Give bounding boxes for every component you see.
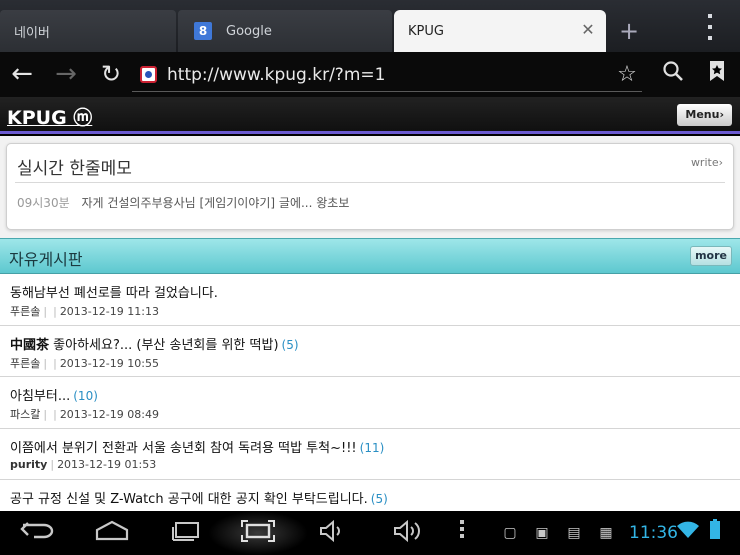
- comment-count: (5): [281, 337, 299, 352]
- bag-notification-icon: ▦: [599, 525, 613, 541]
- post-author: 푸른솔: [10, 356, 41, 370]
- post-date: 2013-12-19 08:49: [59, 408, 159, 421]
- home-icon[interactable]: [92, 519, 132, 547]
- post-date: 2013-12-19 01:53: [57, 457, 157, 471]
- post-title: 아침부터... (10): [10, 389, 98, 404]
- back-arrow-icon[interactable]: ←: [6, 58, 38, 90]
- tab-google[interactable]: 8 Google: [178, 10, 392, 52]
- post-date: 2013-12-19 10:55: [59, 356, 159, 370]
- battery-icon: [706, 519, 724, 547]
- calendar-notification-icon: ▢: [503, 525, 517, 541]
- post-title: 동해남부선 폐선로를 따라 걸었습니다.: [10, 286, 218, 301]
- more-button[interactable]: more: [690, 246, 732, 266]
- new-tab-button[interactable]: +: [612, 14, 646, 48]
- post-meta: 푸른솔 | | 2013-12-19 11:13: [10, 305, 159, 318]
- site-logo[interactable]: KPUG ⓜ: [7, 103, 92, 130]
- volume-up-icon[interactable]: [388, 519, 428, 547]
- memo-write-link[interactable]: write›: [691, 156, 723, 169]
- forward-arrow-icon[interactable]: →: [50, 58, 82, 90]
- post-meta: 파스칼 | | 2013-12-19 08:49: [10, 408, 159, 421]
- url-bar: ← → ↻ http://www.kpug.kr/?m=1 ☆: [0, 52, 740, 97]
- memo-entry-time: 09시30분: [17, 196, 70, 210]
- memo-title: 실시간 한줄메모: [17, 159, 132, 179]
- system-nav-bar: ▢ ▣ ▤ ▦ 11:36: [0, 511, 740, 555]
- volume-down-icon[interactable]: [314, 519, 350, 547]
- status-clock: 11:36: [629, 523, 678, 543]
- comment-count: (10): [73, 389, 98, 403]
- overflow-menu-icon[interactable]: [700, 14, 720, 40]
- list-item[interactable]: 이쯤에서 분위기 전환과 서울 송년회 참여 독려용 떡밥 투척~!!! (11)…: [0, 428, 740, 480]
- post-list: 동해남부선 폐선로를 따라 걸었습니다. 푸른솔 | | 2013-12-19 11:…: [0, 274, 740, 511]
- post-author: 푸른솔: [10, 305, 41, 318]
- recent-apps-icon[interactable]: [166, 519, 206, 547]
- page-content: 실시간 한줄메모 write› 09시30분 자게 건설의주부용사님 [게임기이…: [0, 136, 740, 511]
- bookmarks-icon[interactable]: [702, 60, 732, 90]
- browser-tab-strip: 네이버 8 Google KPUG ✕ +: [0, 0, 740, 52]
- tab-label: 네이버: [14, 25, 50, 41]
- post-title: 공구 규정 신설 및 Z-Watch 공구에 대한 공지 확인 부탁드립니다.(…: [10, 492, 388, 507]
- tab-naver[interactable]: 네이버: [0, 10, 176, 52]
- post-author: 파스칼: [10, 408, 41, 421]
- free-board-header: 자유게시판 more: [0, 238, 740, 274]
- image-notification-icon: ▣: [535, 525, 549, 541]
- tab-label: KPUG: [408, 23, 444, 39]
- post-title: 中國茶 좋아하세요?... (부산 송년회를 위한 떡밥) (5): [10, 337, 299, 353]
- site-favicon-icon: [140, 66, 157, 83]
- memo-entry-text: 자게 건설의주부용사님 [게임기이야기] 글에... 왕초보: [81, 196, 350, 210]
- url-text: http://www.kpug.kr/?m=1: [167, 64, 386, 85]
- post-meta: purity | 2013-12-19 01:53: [10, 457, 157, 471]
- bookmark-star-icon[interactable]: ☆: [612, 60, 642, 90]
- reload-icon[interactable]: ↻: [95, 58, 127, 90]
- board-title: 자유게시판: [9, 250, 83, 269]
- post-author: purity: [10, 457, 48, 471]
- close-tab-icon[interactable]: ✕: [580, 22, 596, 38]
- list-item[interactable]: 동해남부선 폐선로를 따라 걸었습니다. 푸른솔 | | 2013-12-19 11:…: [0, 274, 740, 326]
- comment-count: (5): [370, 492, 388, 506]
- screenshot-icon[interactable]: [238, 519, 278, 547]
- post-meta: 푸른솔 | | 2013-12-19 10:55: [10, 356, 159, 370]
- divider: [15, 182, 725, 183]
- list-item[interactable]: 아침부터... (10) 파스칼 | | 2013-12-19 08:49: [0, 377, 740, 429]
- memo-entry[interactable]: 09시30분 자게 건설의주부용사님 [게임기이야기] 글에... 왕초보: [17, 194, 349, 211]
- tab-label: Google: [226, 23, 272, 39]
- tab-kpug[interactable]: KPUG ✕: [394, 10, 606, 52]
- realtime-memo-box: 실시간 한줄메모 write› 09시30분 자게 건설의주부용사님 [게임기이…: [6, 143, 734, 230]
- address-input[interactable]: http://www.kpug.kr/?m=1: [132, 58, 642, 92]
- google-favicon-icon: 8: [194, 22, 212, 40]
- list-item[interactable]: 공구 규정 신설 및 Z-Watch 공구에 대한 공지 확인 부탁드립니다.(…: [0, 480, 740, 511]
- usb-notification-icon: ▤: [567, 525, 581, 541]
- list-item[interactable]: 中國茶 좋아하세요?... (부산 송년회를 위한 떡밥) (5) 푸른솔 | | 20…: [0, 325, 740, 377]
- menu-button[interactable]: Menu›: [677, 104, 732, 126]
- comment-count: (11): [359, 440, 385, 455]
- search-icon[interactable]: [658, 60, 688, 90]
- back-icon[interactable]: [18, 519, 58, 547]
- post-title: 이쯤에서 분위기 전환과 서울 송년회 참여 독려용 떡밥 투척~!!! (11): [10, 440, 385, 456]
- post-date: 2013-12-19 11:13: [59, 305, 159, 318]
- overflow-dots-icon[interactable]: [454, 519, 470, 547]
- site-header: KPUG ⓜ Menu›: [0, 97, 740, 134]
- wifi-icon: [676, 519, 700, 547]
